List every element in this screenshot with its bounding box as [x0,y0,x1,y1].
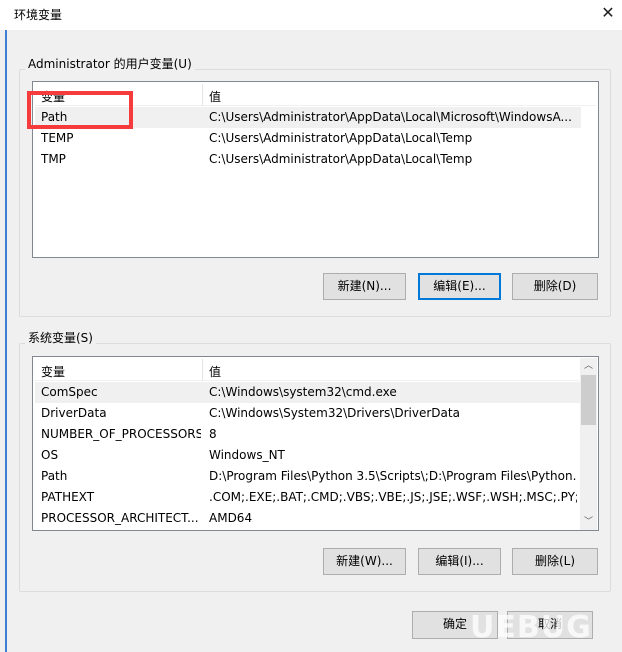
var-name: TMP [41,152,66,166]
header-name[interactable]: 变量 [41,363,65,380]
user-edit-button[interactable]: 编辑(E)... [418,273,501,300]
table-row[interactable]: ComSpec C:\Windows\system32\cmd.exe [35,382,581,403]
table-row[interactable]: PATHEXT .COM;.EXE;.BAT;.CMD;.VBS;.VBE;.JS… [35,487,581,508]
user-delete-button[interactable]: 删除(D) [512,273,598,300]
user-new-button[interactable]: 新建(N)... [323,273,406,300]
var-name: TEMP [41,131,74,145]
var-name: Path [41,469,68,483]
var-value: C:\Windows\System32\Drivers\DriverData [209,406,460,420]
header-value[interactable]: 值 [209,88,221,105]
header-value[interactable]: 值 [209,363,221,380]
scroll-up-icon[interactable]: ︿ [580,358,597,374]
var-name: NUMBER_OF_PROCESSORS [41,427,201,441]
system-edit-button[interactable]: 编辑(I)... [418,548,501,575]
window-title: 环境变量 [14,8,63,22]
var-value: 8 [209,427,217,441]
table-row[interactable]: TEMP C:\Users\Administrator\AppData\Local… [35,128,581,149]
var-name: PATHEXT [41,490,95,504]
scrollbar-thumb[interactable] [581,375,596,425]
window-edge [5,0,7,652]
table-row[interactable]: NUMBER_OF_PROCESSORS 8 [35,424,581,445]
system-new-button[interactable]: 新建(W)... [323,548,406,575]
var-value: Windows_NT [209,448,285,462]
var-value: D:\Program Files\Python 3.5\Scripts\;D:\… [209,469,577,483]
table-row[interactable]: TMP C:\Users\Administrator\AppData\Local\… [35,149,581,170]
var-value: C:\Users\Administrator\AppData\Local\Tem… [209,152,473,166]
scroll-down-icon[interactable]: ﹀ [580,514,597,530]
var-name: DriverData [41,406,107,420]
table-row[interactable]: PROCESSOR_ARCHITECT... AMD64 [35,508,581,529]
close-icon[interactable]: ✕ [598,3,618,23]
var-value: C:\Users\Administrator\AppData\Local\Mic… [209,110,572,124]
var-name: ComSpec [41,385,98,399]
list-header: 变量 值 [35,359,579,381]
var-value: C:\Users\Administrator\AppData\Local\Tem… [209,131,473,145]
system-delete-button[interactable]: 删除(L) [512,548,598,575]
system-vars-legend: 系统变量(S) [25,329,96,346]
vertical-scrollbar[interactable]: ︿ ﹀ [580,358,597,530]
table-row[interactable]: OS Windows_NT [35,445,581,466]
user-vars-legend: Administrator 的用户变量(U) [25,55,195,72]
highlight-annotation [27,91,133,129]
var-value: C:\Windows\system32\cmd.exe [209,385,397,399]
system-vars-list[interactable]: 变量 值 ComSpec C:\Windows\system32\cmd.exe … [32,356,599,531]
var-name: OS [41,448,59,462]
table-row[interactable]: Path D:\Program Files\Python 3.5\Scripts\… [35,466,581,487]
watermark-logo: UEBUG [470,610,592,645]
var-value: AMD64 [209,511,253,525]
var-value: .COM;.EXE;.BAT;.CMD;.VBS;.VBE;.JS;.JSE;.… [209,490,577,504]
table-row[interactable]: DriverData C:\Windows\System32\Drivers\Dr… [35,403,581,424]
var-name: PROCESSOR_ARCHITECT... [41,511,199,525]
title-bar: 环境变量 ✕ [0,0,622,30]
